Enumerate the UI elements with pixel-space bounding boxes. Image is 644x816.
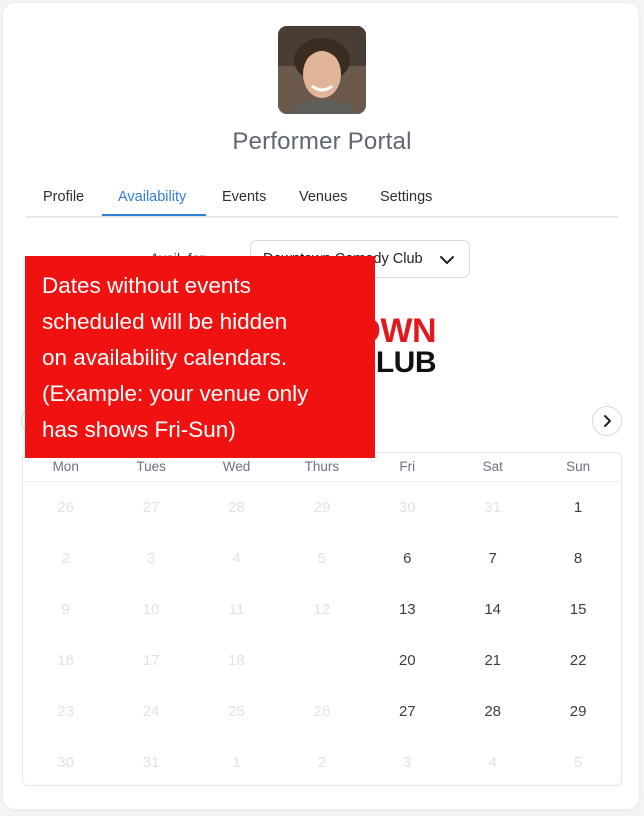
calendar-day[interactable]: 6	[365, 550, 450, 567]
weekday-label: Sun	[566, 459, 591, 474]
calendar-day-disabled: 10	[142, 601, 160, 618]
calendar-day-disabled: 16	[57, 652, 75, 669]
callout-line: (Example: your venue only	[42, 381, 309, 406]
weekday-label: Sat	[482, 459, 503, 474]
tab-bar: Profile Availability Events Venues Setti…	[26, 180, 618, 218]
calendar-day-disabled: 27	[142, 499, 160, 516]
calendar-day-disabled: 26	[313, 703, 331, 720]
avatar	[278, 26, 366, 114]
tab-venues[interactable]: Venues	[299, 180, 347, 214]
calendar-day-disabled: 26	[57, 499, 75, 516]
calendar-day-disabled: 12	[313, 601, 331, 618]
calendar-day-disabled: 25	[228, 703, 245, 720]
callout-line: Dates without events	[42, 273, 251, 298]
calendar-day[interactable]: 1	[535, 499, 620, 516]
calendar-day-disabled: 2	[317, 754, 327, 771]
tab-events[interactable]: Events	[222, 180, 266, 214]
chevron-right-icon	[604, 415, 611, 427]
calendar-day-disabled: 31	[484, 499, 502, 516]
info-callout: Dates without events scheduled will be h…	[25, 256, 375, 458]
callout-line: scheduled will be hidden	[42, 309, 288, 334]
calendar-day-disabled: 4	[232, 550, 241, 567]
calendar-day[interactable]: 20	[365, 652, 450, 669]
page-title: Performer Portal	[232, 128, 412, 155]
calendar-day-disabled: 1	[232, 754, 241, 771]
tab-settings[interactable]: Settings	[380, 180, 432, 214]
calendar-day[interactable]: 29	[535, 703, 620, 720]
calendar-day-disabled: 28	[228, 499, 245, 516]
availability-calendar: Mon Tues Wed Thurs Fri Sat Sun 26 27 28 29 30 31 1 2 3…	[22, 452, 622, 786]
calendar-day[interactable]: 7	[450, 550, 535, 567]
calendar-day-disabled: 17	[142, 652, 160, 669]
calendar-day[interactable]: 13	[365, 601, 450, 618]
weekday-label: Thurs	[304, 459, 340, 474]
calendar-day[interactable]: 21	[450, 652, 535, 669]
calendar-day-disabled: 3	[146, 550, 156, 567]
tab-profile[interactable]: Profile	[43, 180, 84, 214]
callout-line: on availability calendars.	[42, 345, 288, 370]
calendar-day-disabled: 5	[317, 550, 327, 567]
calendar-day-disabled: 2	[61, 550, 70, 567]
calendar-day-disabled: 18	[228, 652, 245, 669]
callout-line: has shows Fri-Sun)	[42, 417, 236, 442]
calendar-day-disabled: 11	[228, 601, 245, 618]
calendar-day-disabled: 29	[313, 499, 331, 516]
calendar-day[interactable]: 8	[535, 550, 620, 567]
calendar-day-disabled: 9	[61, 601, 70, 618]
weekday-label: Tues	[136, 459, 166, 474]
calendar-day-disabled: 30	[57, 754, 75, 771]
weekday-label: Fri	[399, 459, 416, 474]
calendar-day[interactable]: 27	[365, 703, 450, 720]
calendar-day-disabled: 30	[398, 499, 416, 516]
calendar-day-disabled: 5	[573, 754, 583, 771]
calendar-day[interactable]: 14	[450, 601, 535, 618]
active-tab-indicator	[102, 214, 206, 216]
calendar-day[interactable]: 28	[450, 703, 535, 720]
calendar-day-disabled: 23	[57, 703, 75, 720]
next-month-button[interactable]	[592, 406, 622, 436]
calendar-day[interactable]: 22	[535, 652, 620, 669]
weekday-label: Wed	[222, 459, 251, 474]
calendar-day[interactable]: 15	[535, 601, 620, 618]
weekday-label: Mon	[52, 459, 79, 474]
tab-availability[interactable]: Availability	[118, 180, 186, 214]
calendar-day-disabled: 31	[142, 754, 160, 771]
chevron-down-icon	[440, 256, 454, 264]
calendar-day-disabled: 4	[488, 754, 497, 771]
calendar-day-disabled: 24	[142, 703, 160, 720]
calendar-day-disabled: 3	[403, 754, 412, 771]
